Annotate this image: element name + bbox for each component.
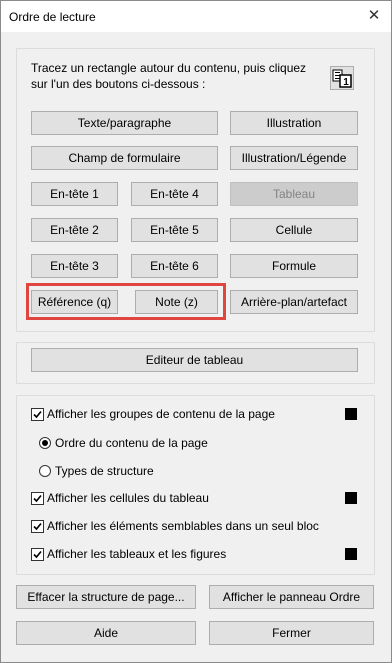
table-order-icon[interactable]: 1 <box>330 66 354 90</box>
show-cells-checkbox[interactable] <box>31 491 44 505</box>
similar-elements-option[interactable]: Afficher les éléments semblables dans un… <box>31 519 319 533</box>
show-order-panel-button[interactable]: Afficher le panneau Ordre <box>209 585 374 609</box>
help-button[interactable]: Aide <box>16 621 196 645</box>
show-cells-option[interactable]: Afficher les cellules du tableau <box>31 491 209 505</box>
entete-4-button[interactable]: En-tête 4 <box>131 182 218 206</box>
show-groups-color-swatch[interactable] <box>345 408 357 420</box>
order-content-option[interactable]: Ordre du contenu de la page <box>39 436 208 450</box>
formule-button[interactable]: Formule <box>230 254 358 278</box>
show-tables-figures-checkbox[interactable] <box>31 547 44 561</box>
clear-structure-button[interactable]: Effacer la structure de page... <box>16 585 196 609</box>
tableau-button[interactable]: Tableau <box>230 182 358 206</box>
close-button[interactable]: Fermer <box>209 621 374 645</box>
entete-6-button[interactable]: En-tête 6 <box>131 254 218 278</box>
dialog-title: Ordre de lecture <box>9 10 96 24</box>
show-cells-color-swatch[interactable] <box>345 492 357 504</box>
texte-paragraphe-button[interactable]: Texte/paragraphe <box>31 111 218 135</box>
arriere-plan-artefact-button[interactable]: Arrière-plan/artefact <box>230 290 358 314</box>
similar-elements-checkbox[interactable] <box>31 519 44 533</box>
show-groups-label: Afficher les groupes de contenu de la pa… <box>47 407 275 421</box>
champ-formulaire-button[interactable]: Champ de formulaire <box>31 146 218 170</box>
show-tables-figures-color-swatch[interactable] <box>345 548 357 560</box>
highlight-box <box>26 283 226 320</box>
show-groups-option[interactable]: Afficher les groupes de contenu de la pa… <box>31 407 275 421</box>
order-content-radio[interactable] <box>39 437 51 449</box>
show-tables-figures-option[interactable]: Afficher les tableaux et les figures <box>31 547 226 561</box>
structure-types-radio[interactable] <box>39 465 51 477</box>
entete-3-button[interactable]: En-tête 3 <box>31 254 118 278</box>
illustration-legende-button[interactable]: Illustration/Légende <box>230 146 358 170</box>
cellule-button[interactable]: Cellule <box>230 218 358 242</box>
show-cells-label: Afficher les cellules du tableau <box>47 491 209 505</box>
svg-text:1: 1 <box>343 77 349 88</box>
entete-5-button[interactable]: En-tête 5 <box>131 218 218 242</box>
instructions-text: Tracez un rectangle autour du contenu, p… <box>31 61 307 91</box>
title-bar: Ordre de lecture ✕ <box>1 1 391 32</box>
entete-2-button[interactable]: En-tête 2 <box>31 218 118 242</box>
close-icon[interactable]: ✕ <box>363 5 385 27</box>
structure-types-option[interactable]: Types de structure <box>39 464 154 478</box>
similar-elements-label: Afficher les éléments semblables dans un… <box>47 519 319 533</box>
structure-types-label: Types de structure <box>55 464 154 478</box>
table-editor-button[interactable]: Editeur de tableau <box>31 348 358 372</box>
show-groups-checkbox[interactable] <box>31 407 44 421</box>
entete-1-button[interactable]: En-tête 1 <box>31 182 118 206</box>
illustration-button[interactable]: Illustration <box>230 111 358 135</box>
order-content-label: Ordre du contenu de la page <box>55 436 208 450</box>
show-tables-figures-label: Afficher les tableaux et les figures <box>47 547 227 561</box>
